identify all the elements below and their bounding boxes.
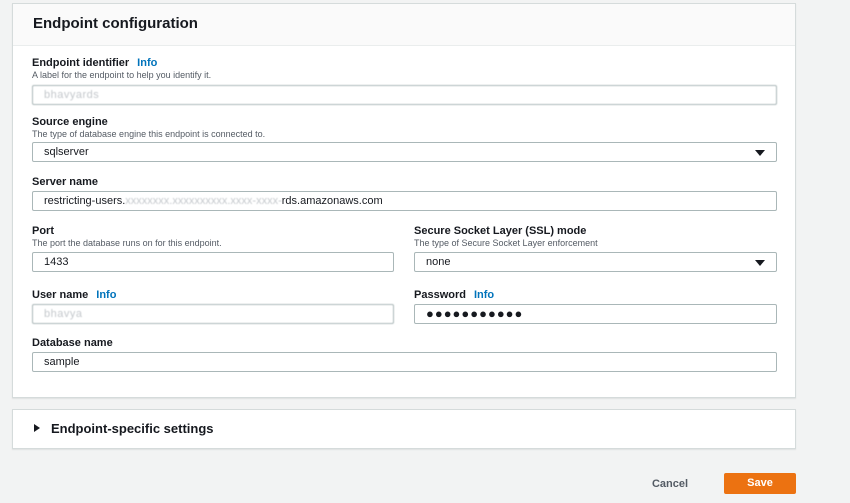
endpoint-identifier-input[interactable]: bhavyards	[32, 85, 777, 105]
endpoint-identifier-label: Endpoint identifier Info	[32, 57, 157, 69]
password-info-link[interactable]: Info	[474, 289, 494, 301]
caret-right-icon	[34, 424, 40, 432]
endpoint-configuration-panel: Endpoint configuration Endpoint identifi…	[12, 3, 796, 398]
user-name-label-text: User name	[32, 289, 89, 301]
endpoint-identifier-description: A label for the endpoint to help you ide…	[32, 70, 212, 80]
source-engine-description: The type of database engine this endpoin…	[32, 129, 266, 139]
save-button[interactable]: Save	[724, 473, 796, 494]
password-input[interactable]: ●●●●●●●●●●●	[414, 304, 777, 324]
chevron-down-icon	[755, 150, 765, 156]
source-engine-value: sqlserver	[44, 146, 89, 158]
source-engine-label: Source engine	[32, 116, 108, 128]
panel-title: Endpoint configuration	[33, 15, 198, 32]
database-name-input[interactable]: sample	[32, 352, 777, 372]
endpoint-specific-settings-expander[interactable]: Endpoint-specific settings	[12, 409, 796, 449]
ssl-mode-select[interactable]: none	[414, 252, 777, 272]
password-label: Password Info	[414, 289, 494, 301]
server-name-input[interactable]: restricting-users.xxxxxxxx.xxxxxxxxxx.xx…	[32, 191, 777, 211]
user-name-info-link[interactable]: Info	[96, 289, 116, 301]
port-input[interactable]: 1433	[32, 252, 394, 272]
ssl-mode-label: Secure Socket Layer (SSL) mode	[414, 225, 587, 237]
port-description: The port the database runs on for this e…	[32, 238, 222, 248]
server-name-value-start: restricting-users.	[44, 195, 126, 207]
ssl-mode-value: none	[426, 256, 451, 268]
server-name-value-end: rds.amazonaws.com	[281, 195, 383, 207]
endpoint-identifier-label-text: Endpoint identifier	[32, 57, 130, 69]
database-name-label: Database name	[32, 337, 113, 349]
ssl-mode-description: The type of Secure Socket Layer enforcem…	[414, 238, 598, 248]
endpoint-identifier-info-link[interactable]: Info	[137, 57, 157, 69]
chevron-down-icon	[755, 260, 765, 266]
server-name-value-redacted: xxxxxxxx.xxxxxxxxxx.xxxx-xxxx-	[125, 195, 282, 207]
panel-header: Endpoint configuration	[13, 4, 795, 46]
port-label: Port	[32, 225, 54, 237]
user-name-label: User name Info	[32, 289, 116, 301]
password-label-text: Password	[414, 289, 466, 301]
endpoint-specific-settings-title: Endpoint-specific settings	[51, 421, 214, 436]
server-name-label: Server name	[32, 176, 99, 188]
user-name-input[interactable]: bhavya	[32, 304, 394, 324]
cancel-button[interactable]: Cancel	[640, 474, 700, 494]
source-engine-select[interactable]: sqlserver	[32, 142, 777, 162]
